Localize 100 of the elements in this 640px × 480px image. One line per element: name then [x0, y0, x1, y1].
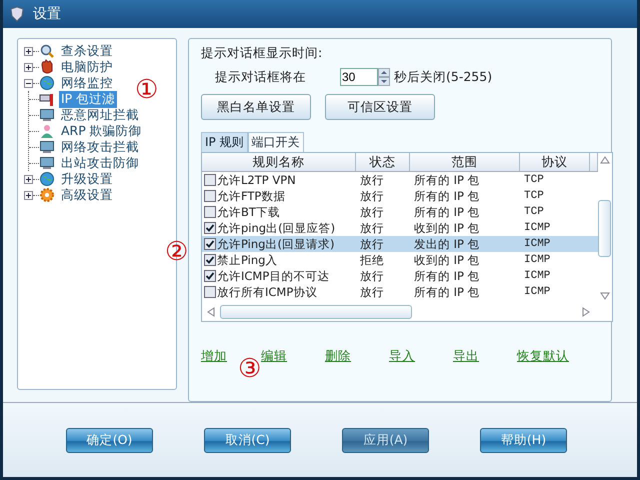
table-cell-text: 放行: [359, 268, 385, 284]
table-cell-text: 放行: [359, 236, 385, 252]
table-row[interactable]: 允许FTP数据 放行 所有的 IP 包 TCP: [202, 188, 598, 204]
user-icon: [39, 123, 55, 139]
link[interactable]: 增加: [201, 348, 227, 365]
table-cell-text: 所有的 IP 包: [413, 268, 481, 284]
table-cell-text: 收到的 IP 包: [413, 220, 481, 236]
tree-item[interactable]: 恶意网址拦截: [59, 106, 141, 124]
table-cell: 允许FTP数据: [217, 188, 286, 204]
scroll-up-icon[interactable]: [600, 155, 610, 165]
settings-button[interactable]: 黑白名单设置: [201, 94, 311, 120]
expand-icon[interactable]: [24, 46, 33, 56]
column-header[interactable]: 规则名称: [202, 153, 356, 171]
table-cell-text: 所有的 IP 包: [413, 284, 481, 300]
checkbox[interactable]: [204, 190, 216, 202]
table-row[interactable]: 允许ping出(回显应答) 放行 收到的 IP 包 ICMP: [202, 220, 598, 236]
table-row[interactable]: 允许L2TP VPN 放行 所有的 IP 包 TCP: [202, 172, 598, 188]
gear-icon: [39, 187, 55, 203]
tab[interactable]: IP 规则: [201, 132, 248, 152]
window-title: 设置: [33, 5, 61, 23]
table-cell: 允许BT下载: [217, 204, 280, 220]
table-cell-text: 所有的 IP 包: [413, 204, 481, 220]
scroll-left-icon[interactable]: [206, 306, 216, 316]
collapse-icon[interactable]: [24, 78, 33, 88]
table-row[interactable]: 允许BT下载 放行 所有的 IP 包 TCP: [202, 204, 598, 220]
table-row[interactable]: 放行所有ICMP协议 放行 所有的 IP 包 ICMP: [202, 284, 598, 300]
monitor-icon: [39, 107, 55, 123]
column-header[interactable]: 范围: [410, 153, 520, 171]
table-cell: 允许ping出(回显应答): [217, 220, 336, 236]
table-cell: 允许L2TP VPN: [217, 172, 296, 188]
table-cell-text: 放行: [359, 188, 385, 204]
table-cell-text: 拒绝: [359, 252, 385, 268]
tools-icon: [39, 91, 55, 107]
checkbox[interactable]: [204, 270, 216, 282]
table-cell: 允许ICMP目的不可达: [217, 268, 330, 284]
checkbox[interactable]: [204, 174, 216, 186]
table-cell-text: 所有的 IP 包: [413, 188, 481, 204]
tree-item[interactable]: 出站攻击防御: [59, 154, 141, 172]
table-cell: 放行所有ICMP协议: [217, 284, 318, 300]
tree-item[interactable]: 升级设置: [59, 170, 115, 188]
field-suffix: 秒后关闭(5-255): [394, 68, 492, 86]
link[interactable]: 导出: [453, 348, 479, 365]
table-cell-text: 放行: [359, 172, 385, 188]
glove-icon: [39, 59, 55, 75]
globe-icon: [39, 75, 55, 91]
table-cell: 禁止Ping入: [217, 252, 278, 268]
shield-icon: [9, 6, 25, 22]
checkbox[interactable]: [204, 286, 216, 298]
seconds-field[interactable]: 30: [340, 68, 378, 86]
table-cell-text: ICMP: [523, 254, 552, 266]
monitor-icon: [39, 155, 55, 171]
monitor-icon: [39, 139, 55, 155]
annotation-number: ③: [238, 356, 262, 382]
checkbox[interactable]: [204, 206, 216, 218]
tree-item[interactable]: 网络攻击拦截: [59, 138, 141, 156]
globe-icon: [39, 171, 55, 187]
table-cell-text: 所有的 IP 包: [413, 172, 481, 188]
magnifier-icon: [39, 43, 55, 59]
tree-item[interactable]: ARP 欺骗防御: [59, 122, 144, 140]
checkbox[interactable]: [204, 254, 216, 266]
table-row[interactable]: 允许ICMP目的不可达 放行 所有的 IP 包 ICMP: [202, 268, 598, 284]
tree-item[interactable]: 高级设置: [59, 186, 115, 204]
expand-icon[interactable]: [24, 190, 33, 200]
tree-item[interactable]: 电脑防护: [59, 58, 115, 76]
expand-icon[interactable]: [24, 174, 33, 184]
section-heading: 提示对话框显示时间:: [201, 45, 324, 62]
table-cell-text: ICMP: [523, 238, 552, 250]
scroll-down-icon[interactable]: [600, 291, 610, 301]
column-header[interactable]: 协议: [520, 153, 590, 171]
table-cell-text: 放行: [359, 284, 385, 300]
table-cell-text: ICMP: [523, 222, 552, 234]
scroll-right-icon[interactable]: [581, 306, 591, 316]
table-cell-text: TCP: [523, 190, 545, 202]
table-cell-text: ICMP: [523, 270, 552, 282]
annotation-number: ①: [135, 77, 158, 103]
spin-arrows-icon[interactable]: [378, 68, 390, 86]
link[interactable]: 恢复默认: [517, 348, 569, 365]
link[interactable]: 导入: [389, 348, 415, 365]
annotation-number: ②: [165, 239, 188, 265]
table-cell-text: ICMP: [523, 286, 552, 298]
field-label: 提示对话框将在: [215, 68, 307, 86]
tree-item[interactable]: 网络监控: [59, 74, 115, 92]
table-cell-text: TCP: [523, 174, 545, 186]
tree-item[interactable]: 查杀设置: [59, 42, 115, 60]
vertical-scrollbar[interactable]: [598, 153, 611, 303]
table-cell: 允许Ping出(回显请求): [217, 236, 334, 252]
table-cell-text: 放行: [359, 204, 385, 220]
link[interactable]: 编辑: [261, 348, 287, 365]
column-header[interactable]: 状态: [356, 153, 410, 171]
table-cell-text: 发出的 IP 包: [413, 236, 481, 252]
table-cell-text: TCP: [523, 206, 545, 218]
table-cell-text: 收到的 IP 包: [413, 252, 481, 268]
checkbox[interactable]: [204, 222, 216, 234]
expand-icon[interactable]: [24, 62, 33, 72]
tab[interactable]: 端口开关: [248, 132, 304, 152]
link[interactable]: 删除: [325, 348, 351, 365]
table-row[interactable]: 禁止Ping入 拒绝 收到的 IP 包 ICMP: [202, 252, 598, 268]
settings-button[interactable]: 可信区设置: [325, 94, 435, 120]
table-row[interactable]: 允许Ping出(回显请求) 放行 发出的 IP 包 ICMP: [202, 236, 598, 252]
checkbox[interactable]: [204, 238, 216, 250]
